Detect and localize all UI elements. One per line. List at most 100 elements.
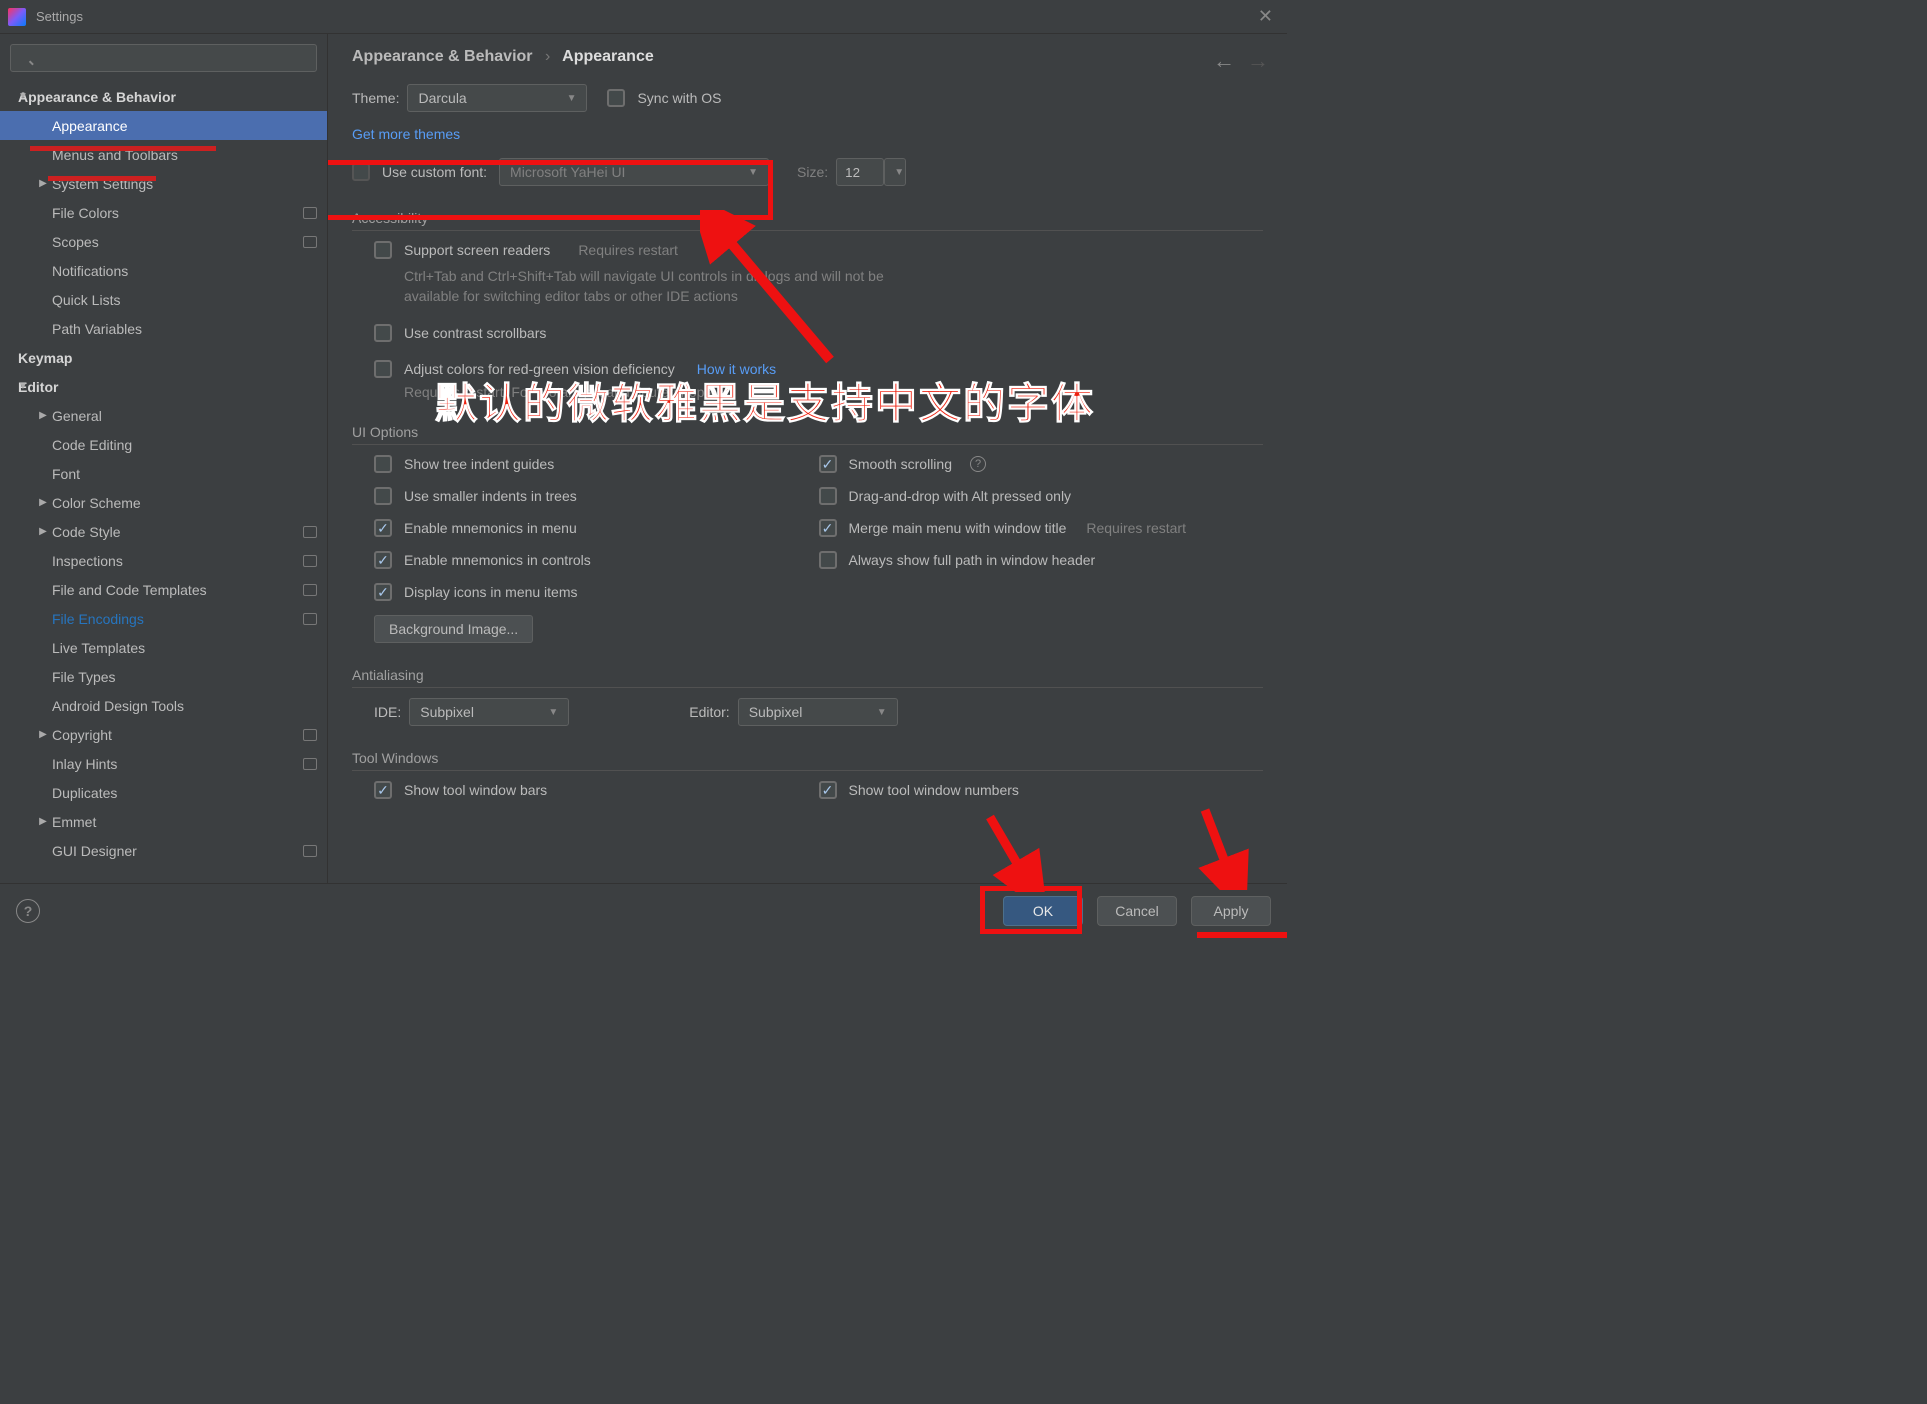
sidebar-item[interactable]: File and Code Templates	[0, 575, 327, 604]
sidebar-item[interactable]: ▶Code Style	[0, 517, 327, 546]
theme-select[interactable]: Darcula▼	[407, 84, 587, 112]
chevron-down-icon: ▼	[548, 707, 558, 718]
sidebar-item[interactable]: ▶Copyright	[0, 720, 327, 749]
apply-button[interactable]: Apply	[1191, 896, 1271, 926]
sidebar-item[interactable]: ▼Editor	[0, 372, 327, 401]
full-path-checkbox[interactable]	[819, 551, 837, 569]
sidebar-item-label: Emmet	[52, 814, 317, 830]
help-icon[interactable]: ?	[970, 456, 986, 472]
window-title: Settings	[36, 9, 1252, 24]
how-it-works-link[interactable]: How it works	[697, 361, 776, 377]
drag-drop-checkbox[interactable]	[819, 487, 837, 505]
project-scope-icon	[303, 584, 317, 596]
sidebar-item[interactable]: Notifications	[0, 256, 327, 285]
sidebar-item[interactable]: Appearance	[0, 111, 327, 140]
sidebar-item[interactable]: Path Variables	[0, 314, 327, 343]
nav-back-icon[interactable]: ←	[1213, 48, 1235, 74]
sync-os-label: Sync with OS	[637, 90, 721, 106]
project-scope-icon	[303, 526, 317, 538]
smooth-scrolling-checkbox[interactable]	[819, 455, 837, 473]
sidebar-item[interactable]: Android Design Tools	[0, 691, 327, 720]
sync-os-checkbox[interactable]	[607, 89, 625, 107]
chevron-down-icon: ▼	[748, 167, 758, 178]
chevron-down-icon: ▼	[894, 167, 904, 178]
sidebar-item[interactable]: ▶System Settings	[0, 169, 327, 198]
sidebar-item[interactable]: Live Templates	[0, 633, 327, 662]
dialog-footer: ? OK Cancel Apply	[0, 883, 1287, 938]
sidebar-item[interactable]: GUI Designer	[0, 836, 327, 865]
smaller-indents-checkbox[interactable]	[374, 487, 392, 505]
chevron-down-icon: ▼	[14, 91, 32, 102]
adjust-colors-checkbox[interactable]	[374, 360, 392, 378]
sidebar-item-label: File Encodings	[52, 611, 297, 627]
screen-readers-hint: Ctrl+Tab and Ctrl+Shift+Tab will navigat…	[404, 267, 884, 306]
sidebar-item[interactable]: File Encodings	[0, 604, 327, 633]
section-antialiasing: Antialiasing	[352, 667, 1263, 688]
background-image-button[interactable]: Background Image...	[374, 615, 533, 643]
sidebar-item[interactable]: Font	[0, 459, 327, 488]
search-icon	[10, 44, 317, 72]
section-tool-windows: Tool Windows	[352, 750, 1263, 771]
sidebar-item[interactable]: ▶General	[0, 401, 327, 430]
use-custom-font-label: Use custom font:	[382, 164, 487, 180]
sidebar-item-label: Notifications	[52, 263, 317, 279]
sidebar-item[interactable]: File Colors	[0, 198, 327, 227]
merge-menu-checkbox[interactable]	[819, 519, 837, 537]
sidebar-item[interactable]: Scopes	[0, 227, 327, 256]
sidebar-item-label: File Types	[52, 669, 317, 685]
close-icon[interactable]: ✕	[1252, 6, 1279, 27]
mnemonics-controls-checkbox[interactable]	[374, 551, 392, 569]
theme-label: Theme:	[352, 90, 399, 106]
screen-readers-checkbox[interactable]	[374, 241, 392, 259]
help-button[interactable]: ?	[16, 899, 40, 923]
chevron-right-icon: ▶	[34, 729, 52, 740]
project-scope-icon	[303, 236, 317, 248]
cancel-button[interactable]: Cancel	[1097, 896, 1177, 926]
sidebar-item[interactable]: Duplicates	[0, 778, 327, 807]
chevron-down-icon: ▼	[567, 93, 577, 104]
mnemonics-menu-checkbox[interactable]	[374, 519, 392, 537]
display-icons-checkbox[interactable]	[374, 583, 392, 601]
adjust-colors-label: Adjust colors for red-green vision defic…	[404, 361, 675, 377]
sidebar-item-label: Path Variables	[52, 321, 317, 337]
sidebar-item[interactable]: ▶Color Scheme	[0, 488, 327, 517]
ok-button[interactable]: OK	[1003, 896, 1083, 926]
sidebar-item[interactable]: Menus and Toolbars	[0, 140, 327, 169]
project-scope-icon	[303, 613, 317, 625]
custom-font-select[interactable]: Microsoft YaHei UI▼	[499, 158, 769, 186]
sidebar-item[interactable]: ▼Appearance & Behavior	[0, 82, 327, 111]
adjust-colors-hint: Requires restart. For protanopia and deu…	[404, 384, 1263, 400]
aa-editor-label: Editor:	[689, 704, 729, 720]
font-size-stepper[interactable]: ▼	[884, 158, 906, 186]
sidebar-item[interactable]: Inspections	[0, 546, 327, 575]
annotation-underline	[48, 176, 156, 181]
contrast-scrollbars-checkbox[interactable]	[374, 324, 392, 342]
tree-indent-checkbox[interactable]	[374, 455, 392, 473]
aa-editor-select[interactable]: Subpixel▼	[738, 698, 898, 726]
sidebar-item[interactable]: Quick Lists	[0, 285, 327, 314]
sidebar-item[interactable]: ▶Emmet	[0, 807, 327, 836]
sidebar-item[interactable]: Inlay Hints	[0, 749, 327, 778]
sidebar-item[interactable]: File Types	[0, 662, 327, 691]
section-accessibility: Accessibility	[352, 210, 1263, 231]
sidebar-item-label: Copyright	[52, 727, 297, 743]
titlebar: Settings ✕	[0, 0, 1287, 34]
sidebar-item-label: File and Code Templates	[52, 582, 297, 598]
use-custom-font-checkbox[interactable]	[352, 163, 370, 181]
aa-ide-select[interactable]: Subpixel▼	[409, 698, 569, 726]
tw-bars-checkbox[interactable]	[374, 781, 392, 799]
app-icon	[8, 8, 26, 26]
settings-search-input[interactable]	[10, 44, 317, 72]
project-scope-icon	[303, 207, 317, 219]
sidebar-item-label: Editor	[18, 379, 317, 395]
chevron-right-icon: ▶	[34, 410, 52, 421]
get-themes-link[interactable]: Get more themes	[352, 126, 460, 142]
sidebar-item[interactable]: Code Editing	[0, 430, 327, 459]
sidebar-item-label: Inspections	[52, 553, 297, 569]
tw-numbers-checkbox[interactable]	[819, 781, 837, 799]
chevron-right-icon: ▶	[34, 816, 52, 827]
breadcrumb-current: Appearance	[562, 48, 654, 65]
font-size-input[interactable]	[836, 158, 884, 186]
sidebar-item[interactable]: Keymap	[0, 343, 327, 372]
breadcrumb-parent[interactable]: Appearance & Behavior	[352, 48, 533, 65]
